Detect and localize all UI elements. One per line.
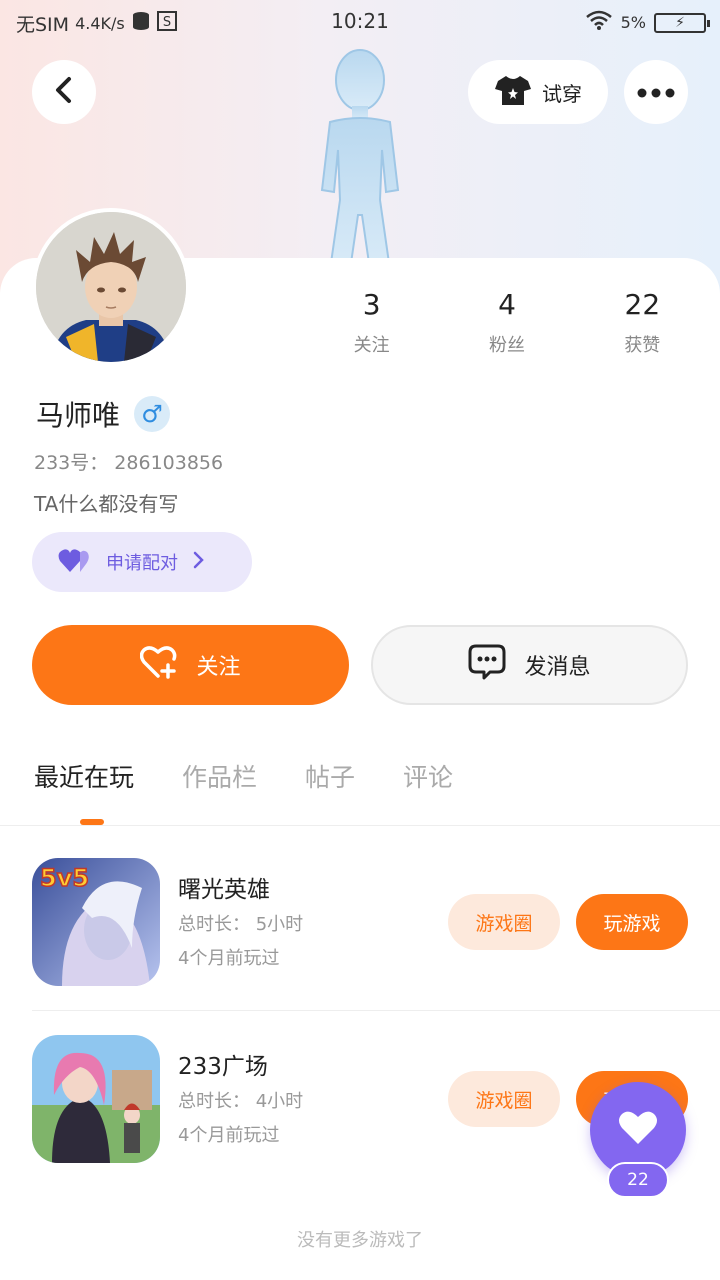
hearts-icon [58,547,92,577]
user-name: 马师唯 [36,399,121,432]
tabs-divider [0,825,720,826]
profile-tabs: 最近在玩 作品栏 帖子 评论 [34,758,453,794]
try-on-label: 试穿 [542,81,582,106]
more-options-button[interactable] [624,60,688,124]
stat-label: 关注 [353,335,390,356]
stat-value: 22 [624,288,661,321]
chevron-left-icon [53,76,75,108]
battery-percent: 5% [620,13,646,32]
game-title: 曙光英雄 [178,877,270,903]
follow-button[interactable]: 关注 [32,625,349,705]
game-icon-badge: 5v5 [40,864,89,892]
avatar-3d-figure[interactable] [290,40,430,271]
status-right: 5% ⚡ [585,10,710,35]
chevron-right-icon [192,550,206,574]
user-id: 233号： 286103856 [34,452,224,474]
avatar[interactable] [32,208,190,366]
send-message-label: 发消息 [524,655,591,680]
tab-comments[interactable]: 评论 [403,758,453,794]
game-circle-button[interactable]: 游戏圈 [448,1071,560,1127]
battery-icon: ⚡ [654,12,710,33]
stat-following[interactable]: 3 关注 [304,288,439,357]
tab-recently-played[interactable]: 最近在玩 [34,758,134,794]
no-more-games-text: 没有更多游戏了 [297,1230,423,1251]
game-duration: 总时长： 4小时 [178,1091,304,1112]
stat-label: 粉丝 [488,335,525,356]
stat-label: 获赞 [624,335,661,356]
tshirt-icon [494,74,532,111]
name-row: 马师唯 ♂ [36,394,171,434]
game-title: 233广场 [178,1054,268,1080]
chat-bubble-icon [468,644,506,686]
send-message-button[interactable]: 发消息 [371,625,688,705]
request-pair-label: 申请配对 [106,553,178,574]
request-pair-button[interactable]: 申请配对 [32,532,252,592]
game-last-played: 4个月前玩过 [178,948,280,969]
list-divider [32,1010,720,1011]
stat-followers[interactable]: 4 粉丝 [439,288,574,357]
wifi-icon [585,10,613,35]
user-bio: TA什么都没有写 [34,492,179,516]
game-list-item[interactable]: 5v5 曙光英雄 总时长： 5小时 4个月前玩过 游戏圈 玩游戏 [0,858,720,988]
male-gender-icon: ♂ [134,396,171,432]
stat-value: 4 [498,288,516,321]
follow-label: 关注 [196,655,241,680]
stats-row: 3 关注 4 粉丝 22 获赞 [304,288,710,357]
more-dots-icon [637,83,675,102]
game-last-played: 4个月前玩过 [178,1125,280,1146]
try-on-button[interactable]: 试穿 [468,60,608,124]
stat-value: 3 [362,288,381,321]
like-count-badge: 22 [607,1162,669,1198]
back-button[interactable] [32,60,96,124]
stat-likes[interactable]: 22 获赞 [575,288,710,357]
heart-icon [617,1110,659,1150]
game-icon-shuguang[interactable]: 5v5 [32,858,160,986]
tab-posts[interactable]: 帖子 [305,758,355,794]
tab-works[interactable]: 作品栏 [182,758,257,794]
game-duration: 总时长： 5小时 [178,914,304,935]
play-game-button[interactable]: 玩游戏 [576,894,688,950]
heart-plus-icon [140,645,178,685]
game-icon-233-plaza[interactable] [32,1035,160,1163]
game-circle-button[interactable]: 游戏圈 [448,894,560,950]
